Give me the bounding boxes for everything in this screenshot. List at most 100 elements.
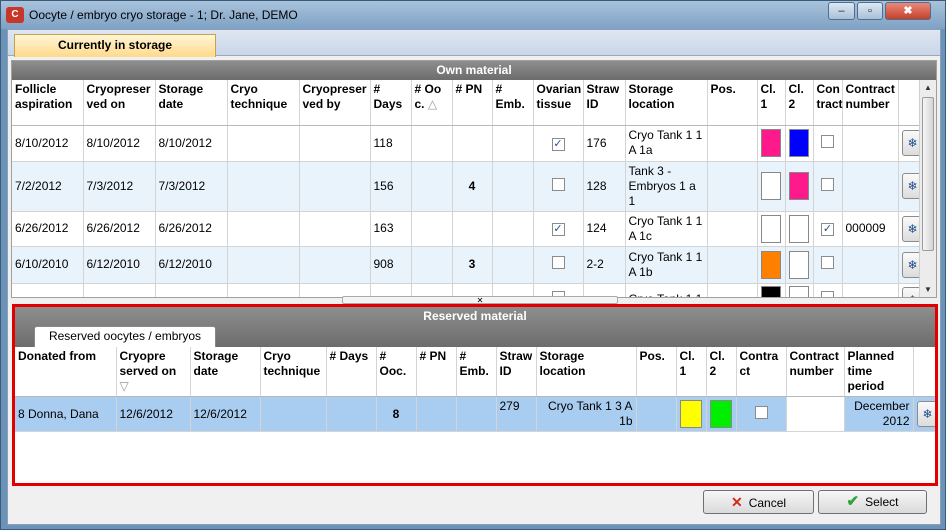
col-days[interactable]: # Days (370, 80, 412, 126)
cell-contract (813, 125, 843, 162)
scroll-up-icon[interactable]: ▲ (920, 80, 936, 96)
contract-checkbox[interactable] (821, 134, 834, 148)
cell-cryo-technique (227, 125, 300, 162)
own-grid-scrollbar[interactable]: ▲ ▼ (919, 80, 936, 297)
col-cryo-technique[interactable]: Cryo technique (227, 80, 300, 126)
col-ovarian-tissue[interactable]: Ovarian tissue (533, 80, 584, 126)
res-col-storage-location[interactable]: Storage location (536, 347, 637, 397)
col-cryopreserved-by[interactable]: Cryopreser ved by (299, 80, 371, 126)
own-table-row[interactable]: 6/10/2010 6/12/2010 6/12/2010 908 3 2-2 Cryo T… (12, 246, 924, 284)
row-details-button[interactable]: ❄ (916, 401, 935, 427)
cell-pn: 3 (452, 246, 493, 284)
cell-pn (452, 211, 493, 247)
res-col-position[interactable]: Pos. (636, 347, 677, 397)
scroll-down-icon[interactable]: ▼ (920, 282, 936, 297)
color-2-swatch (789, 214, 809, 243)
title-bar[interactable]: C Oocyte / embryo cryo storage - 1; Dr. … (1, 1, 945, 29)
res-col-actions (913, 347, 935, 397)
cell-actions: ❄ (898, 211, 924, 247)
panel-splitter[interactable]: ✕ (342, 296, 618, 305)
color-1-swatch (761, 285, 781, 297)
select-button[interactable]: ✔ Select (818, 490, 927, 514)
cell-storage-date: 7/3/2012 (155, 161, 228, 212)
col-storage-location[interactable]: Storage location (625, 80, 708, 126)
own-table-row[interactable]: 7/2/2012 7/3/2012 7/3/2012 156 4 128 Tank 3 - … (12, 161, 924, 212)
contract-checkbox[interactable] (821, 291, 834, 297)
res-col-embryos[interactable]: # Emb. (456, 347, 497, 397)
col-cryopreserved-on[interactable]: Cryopreser ved on (83, 80, 156, 126)
own-table-row[interactable]: 8/10/2012 8/10/2012 8/10/2012 118 ✓ 176 Cryo T… (12, 125, 924, 162)
cell-color-1 (757, 161, 786, 212)
own-table-row[interactable]: 6/26/2012 6/26/2012 6/26/2012 163 ✓ 124 Cryo T… (12, 211, 924, 247)
cell-cryo-technique (260, 396, 327, 432)
col-color-2[interactable]: Cl. 2 (785, 80, 814, 126)
res-col-cryo-technique[interactable]: Cryo technique (260, 347, 327, 397)
cell-cryopreserved-on: 12/6/2012 (116, 396, 191, 432)
contract-checkbox[interactable]: ✓ (821, 223, 834, 236)
cancel-button[interactable]: ✕ Cancel (703, 490, 814, 514)
res-col-donated-from[interactable]: Donated from (15, 347, 117, 397)
tank-info-icon: ❄ (907, 179, 918, 193)
ovarian-tissue-checkbox[interactable] (551, 256, 565, 269)
ovarian-tissue-checkbox[interactable]: ✓ (551, 223, 565, 236)
cell-actions: ❄ (898, 283, 924, 298)
cell-storage-location: Cryo Tank 1 1 A 1b (625, 246, 708, 284)
cell-contract-number: 000009 (842, 211, 899, 247)
tank-info-icon: ❄ (907, 221, 918, 236)
reserved-table-row[interactable]: 8 Donna, Dana 12/6/2012 12/6/2012 8 279 Cryo … (15, 396, 935, 432)
res-col-planned-period[interactable]: Planned time period (844, 347, 914, 397)
col-pn[interactable]: # PN (452, 80, 493, 126)
cell-pn (416, 396, 457, 432)
col-straw-id[interactable]: Straw ID (583, 80, 626, 126)
color-1-swatch (761, 214, 781, 243)
tab-reserved-oocytes-embryos[interactable]: Reserved oocytes / embryos (34, 326, 216, 347)
close-button[interactable]: ✖ (885, 2, 931, 20)
cell-embryos (456, 396, 497, 432)
col-position[interactable]: Pos. (707, 80, 758, 126)
res-col-color-1[interactable]: Cl. 1 (676, 347, 707, 397)
col-contract[interactable]: Con tract (813, 80, 843, 126)
reserved-table-wrap: Donated from Cryopre served on ▽ Storage… (15, 347, 935, 432)
tank-info-icon: ❄ (907, 293, 917, 298)
res-col-color-2[interactable]: Cl. 2 (706, 347, 737, 397)
col-contract-number[interactable]: Contract number (842, 80, 899, 126)
res-col-oocytes[interactable]: # Ooc. (376, 347, 417, 397)
cell-ovarian-tissue: ✓ (533, 125, 584, 162)
col-follicle-aspiration[interactable]: Follicle aspiration (12, 80, 84, 126)
ovarian-tissue-checkbox[interactable]: ✓ (551, 137, 565, 151)
res-col-storage-date[interactable]: Storage date (190, 347, 261, 397)
col-oocytes[interactable]: # Oo c. △ (411, 80, 453, 126)
color-2-swatch (789, 172, 809, 200)
reserved-material-table: Donated from Cryopre served on ▽ Storage… (15, 347, 935, 432)
res-col-straw-id[interactable]: Straw ID (496, 347, 537, 397)
res-col-cryopreserved-on[interactable]: Cryopre served on ▽ (116, 347, 191, 397)
sort-ascending-icon: △ (427, 97, 438, 111)
col-color-1[interactable]: Cl. 1 (757, 80, 786, 126)
cell-days: 163 (370, 211, 412, 247)
cell-storage-location: Cryo Tank 1 1 (625, 283, 708, 297)
ovarian-tissue-checkbox[interactable] (551, 177, 565, 191)
tab-currently-in-storage[interactable]: Currently in storage (14, 34, 216, 57)
res-col-contract[interactable]: Contra ct (736, 347, 787, 397)
res-col-contract-number[interactable]: Contract number (786, 347, 845, 397)
cell-straw-id: 124 (583, 211, 626, 247)
cell-straw-id: 279 (496, 396, 537, 432)
res-col-pn[interactable]: # PN (416, 347, 457, 397)
cell-color-2 (706, 396, 737, 432)
cell-embryos (492, 211, 534, 247)
maximize-button[interactable]: ▫ (857, 2, 883, 20)
cell-color-2 (785, 283, 814, 297)
res-col-days[interactable]: # Days (326, 347, 377, 397)
window-title: Oocyte / embryo cryo storage - 1; Dr. Ja… (29, 8, 298, 22)
minimize-button[interactable]: ‒ (828, 2, 855, 20)
col-embryos[interactable]: # Emb. (492, 80, 534, 126)
cell-cryopreserved-by (299, 246, 371, 284)
contract-checkbox[interactable] (821, 256, 834, 269)
cancel-label: Cancel (748, 496, 787, 510)
col-storage-date[interactable]: Storage date (155, 80, 228, 126)
contract-checkbox[interactable] (754, 405, 768, 419)
color-1-swatch (761, 250, 781, 279)
cell-actions: ❄ (898, 246, 924, 284)
scroll-thumb[interactable] (922, 97, 934, 251)
contract-checkbox[interactable] (821, 177, 834, 191)
